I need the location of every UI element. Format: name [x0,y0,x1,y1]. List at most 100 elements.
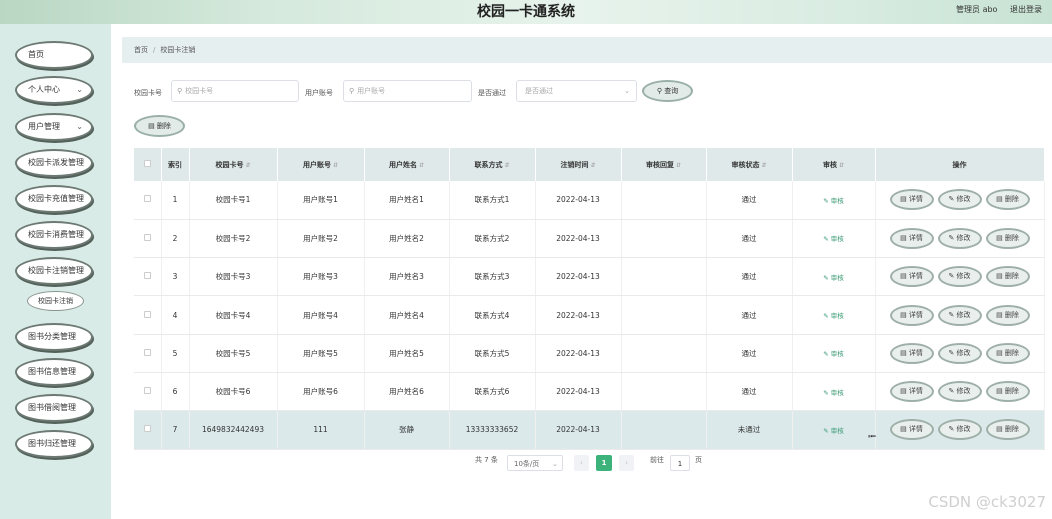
sidebar-item-card-consumption-management[interactable]: 校园卡消费管理 [15,221,93,249]
cell-status: 通过 [706,257,793,297]
page-size-select[interactable]: 10条/页 ⌄ [507,455,563,471]
audit-link[interactable]: ✎ 审核 [823,350,844,358]
row-checkbox-cell[interactable] [134,257,162,297]
prev-page-button[interactable]: ‹ [574,455,589,471]
edit-button[interactable]: ✎ 修改 [937,342,982,364]
edit-button[interactable]: ✎ 修改 [937,419,982,441]
next-page-button[interactable]: › [619,455,634,471]
row-checkbox[interactable] [143,233,151,241]
cell-reply [621,257,707,297]
col-audit-reply[interactable]: 审核回复 ⇵ [621,148,707,181]
sidebar-item-user-management[interactable]: 用户管理 ⌄ [15,113,93,141]
row-checkbox[interactable] [143,310,151,318]
delete-button[interactable]: ▤ 删除 [985,381,1030,403]
trash-icon: ▤ [996,195,1003,204]
delete-button[interactable]: ▤ 删除 [985,342,1030,364]
delete-button[interactable]: ▤ 删除 [985,189,1030,211]
sort-icon[interactable]: ⇵ [504,162,509,169]
detail-button[interactable]: ▤ 详情 [889,419,934,441]
detail-button[interactable]: ▤ 详情 [889,304,934,326]
row-checkbox-cell[interactable] [134,334,162,373]
delete-button-label: 删除 [1004,310,1019,319]
sidebar-item-card-issue-management[interactable]: 校园卡派发管理 [15,149,93,177]
breadcrumb-home[interactable]: 首页 [134,46,148,54]
delete-button[interactable]: ▤ 删除 [985,227,1030,249]
detail-button[interactable]: ▤ 详情 [889,227,934,249]
edit-button[interactable]: ✎ 修改 [937,381,982,403]
query-button[interactable]: ⚲ 查询 [642,80,693,102]
audit-link[interactable]: ✎ 审核 [823,312,844,320]
batch-delete-button[interactable]: ▤ 删除 [134,115,185,137]
row-checkbox[interactable] [143,272,151,280]
cell-status: 通过 [706,219,793,259]
goto-page-input[interactable]: 1 [670,455,690,471]
row-checkbox[interactable] [143,387,151,395]
row-checkbox-cell[interactable] [134,372,162,412]
delete-button[interactable]: ▤ 删除 [985,419,1030,441]
sidebar-item-book-info-management[interactable]: 图书信息管理 [15,358,93,386]
col-name[interactable]: 用户姓名 ⇵ [364,148,450,181]
sidebar-item-label: 校园卡注销管理 [28,266,84,275]
sort-icon[interactable]: ⇵ [419,162,424,169]
audit-link[interactable]: ✎ 审核 [823,235,844,243]
row-checkbox[interactable] [143,425,151,433]
edit-button[interactable]: ✎ 修改 [937,266,982,288]
select-all-checkbox[interactable] [143,160,151,167]
delete-button[interactable]: ▤ 删除 [985,304,1030,326]
sort-icon[interactable]: ⇵ [333,162,338,169]
sidebar-item-card-cancel-management[interactable]: 校园卡注销管理 [15,257,93,285]
goto-label: 前往 [650,456,664,464]
user-account-input[interactable]: ⚲ 用户账号 [343,80,472,102]
cell-account: 用户账号2 [277,219,365,259]
col-audit[interactable]: 审核 ⇵ [792,148,876,181]
sidebar-item-personal-center[interactable]: 个人中心 ⌄ [15,76,93,104]
sort-icon[interactable]: ⇵ [761,162,766,169]
delete-button[interactable]: ▤ 删除 [985,266,1030,288]
sort-icon[interactable]: ⇵ [245,162,250,169]
chevron-down-icon: ⌄ [552,460,558,468]
row-checkbox[interactable] [143,348,151,356]
col-cancel-time[interactable]: 注销时间 ⇵ [535,148,622,181]
logout-link[interactable]: 退出登录 [1010,5,1042,14]
detail-button[interactable]: ▤ 详情 [889,342,934,364]
sidebar-item-book-borrow-management[interactable]: 图书借阅管理 [15,394,93,422]
sort-icon[interactable]: ⇵ [676,162,681,169]
cell-index: 1 [161,181,190,220]
row-checkbox-cell[interactable] [134,410,162,450]
card-number-input[interactable]: ⚲ 校园卡号 [171,80,299,102]
row-checkbox[interactable] [143,195,151,203]
edit-button[interactable]: ✎ 修改 [937,304,982,326]
sidebar-item-home[interactable]: 首页 [15,41,93,69]
audit-link[interactable]: ✎ 审核 [823,427,844,435]
edit-pen-icon: ✎ [823,350,829,359]
edit-pen-icon: ✎ [823,312,829,321]
detail-button[interactable]: ▤ 详情 [889,381,934,403]
sort-icon[interactable]: ⇵ [590,162,595,169]
pass-status-select[interactable]: 是否通过 ⌄ [516,80,637,102]
sidebar-item-book-category-management[interactable]: 图书分类管理 [15,323,93,351]
col-account[interactable]: 用户账号 ⇵ [277,148,365,181]
row-checkbox-cell[interactable] [134,181,162,220]
edit-button[interactable]: ✎ 修改 [937,227,982,249]
edit-button[interactable]: ✎ 修改 [937,189,982,211]
table-row: 1 校园卡号1 用户账号1 用户姓名1 联系方式1 2022-04-13 通过 ✎ 审核 ▤ 详… [134,181,1045,220]
trash-icon: ▤ [996,272,1003,281]
audit-link[interactable]: ✎ 审核 [823,197,844,205]
pass-status-label: 是否通过 [478,89,506,97]
sidebar-item-book-return-management[interactable]: 图书归还管理 [15,430,93,458]
col-audit-status[interactable]: 审核状态 ⇵ [706,148,793,181]
detail-button[interactable]: ▤ 详情 [889,266,934,288]
cell-operations: ▤ 详情 ✎ 修改 ▤ 删除 [875,295,1045,335]
sidebar-subitem-card-cancel[interactable]: 校园卡注销 [27,291,84,311]
select-all-checkbox-cell[interactable] [134,148,162,181]
sort-icon[interactable]: ⇵ [839,162,844,169]
detail-button[interactable]: ▤ 详情 [889,189,934,211]
audit-link[interactable]: ✎ 审核 [823,389,844,397]
row-checkbox-cell[interactable] [134,295,162,335]
page-number-current[interactable]: 1 [596,455,612,471]
col-contact[interactable]: 联系方式 ⇵ [449,148,536,181]
audit-link[interactable]: ✎ 审核 [823,274,844,282]
col-card-number[interactable]: 校园卡号 ⇵ [189,148,278,181]
sidebar-item-card-recharge-management[interactable]: 校园卡充值管理 [15,185,93,213]
row-checkbox-cell[interactable] [134,219,162,259]
